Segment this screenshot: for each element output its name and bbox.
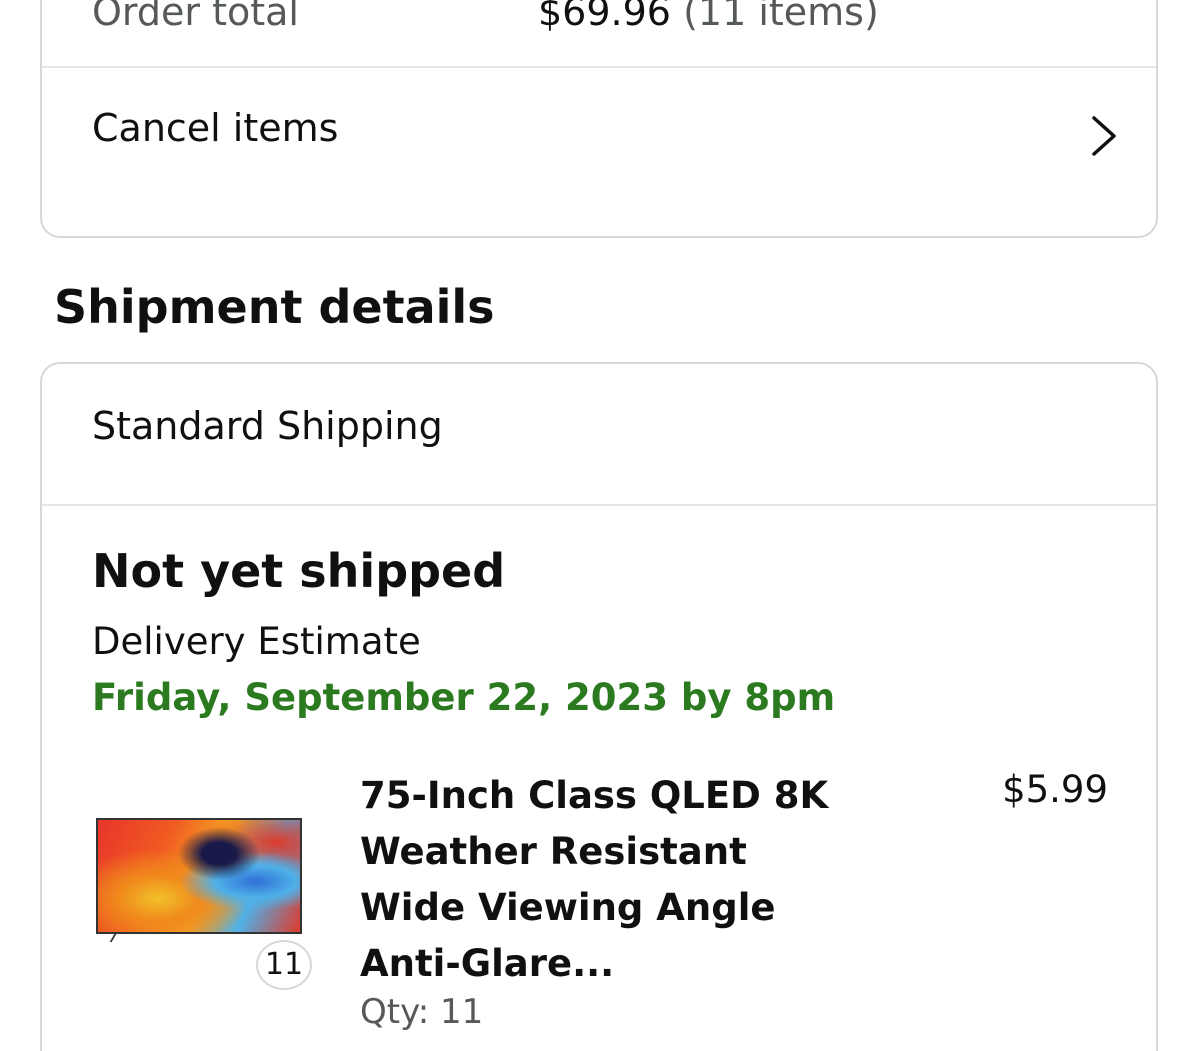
order-details-page: Order total $69.96 (11 items) Cancel ite…	[0, 0, 1200, 1051]
quantity-badge: 11	[256, 940, 312, 990]
delivery-estimate-date: Friday, September 22, 2023 by 8pm	[92, 676, 836, 719]
item-price: $5.99	[1002, 768, 1108, 811]
item-title-link[interactable]: 75-Inch Class QLED 8K Weather Resistant …	[360, 768, 860, 992]
tv-stand	[109, 934, 137, 942]
shipping-method: Standard Shipping	[92, 404, 443, 448]
delivery-estimate-label: Delivery Estimate	[92, 620, 421, 663]
cancel-items-row[interactable]: Cancel items	[42, 68, 1156, 208]
order-total-value: $69.96 (11 items)	[538, 0, 879, 34]
item-quantity: Qty: 11	[360, 992, 484, 1032]
item-thumbnail[interactable]	[96, 818, 302, 942]
order-item-count: (11 items)	[683, 0, 879, 34]
shipment-card: Standard Shipping Not yet shipped Delive…	[40, 362, 1158, 1051]
order-summary-card: Order total $69.96 (11 items) Cancel ite…	[40, 0, 1158, 238]
tv-thumbnail-image	[96, 818, 302, 934]
divider	[42, 504, 1156, 506]
order-total-row: Order total $69.96 (11 items)	[42, 0, 1156, 66]
chevron-right-icon	[1092, 116, 1116, 156]
shipment-status: Not yet shipped	[92, 544, 506, 598]
cancel-items-label: Cancel items	[92, 106, 339, 150]
shipment-details-heading: Shipment details	[54, 280, 495, 334]
order-total-amount: $69.96	[538, 0, 671, 34]
order-total-label: Order total	[92, 0, 299, 34]
